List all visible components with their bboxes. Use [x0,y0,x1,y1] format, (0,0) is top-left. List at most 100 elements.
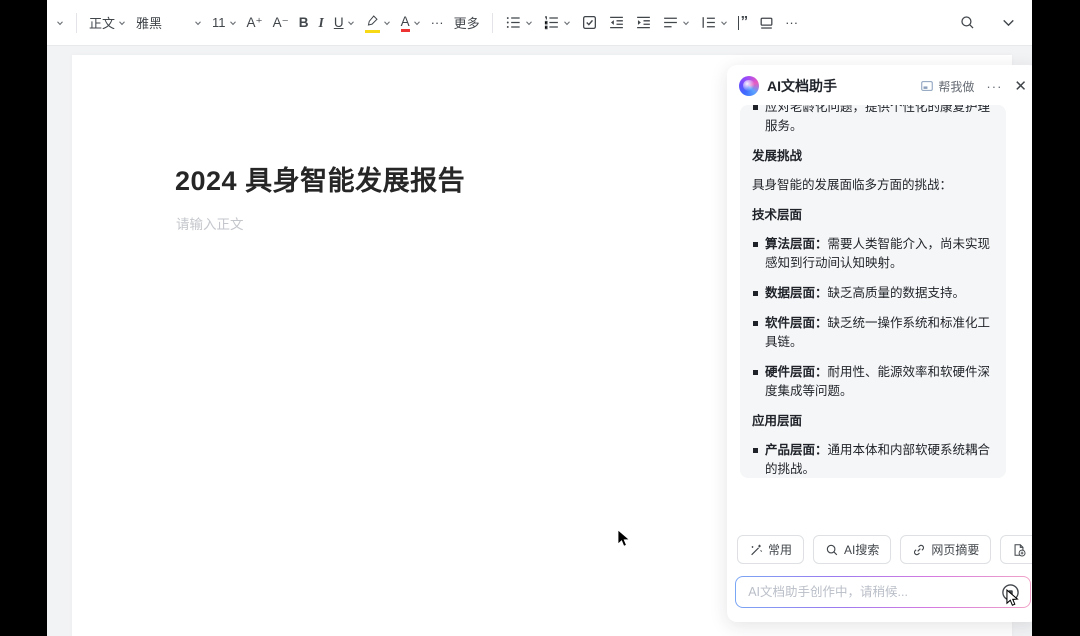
chevron-down-icon [383,19,391,27]
doc-add-icon [1012,543,1026,557]
letterbox-left [0,0,47,636]
chip-label: 网页摘要 [931,541,979,558]
assistant-block-para: 具身智能的发展面临多方面的挑战： [752,176,994,195]
chevron-down-icon [563,19,571,27]
assistant-response-scroll[interactable]: 应对老龄化问题，提供个性化的康复护理服务。发展挑战具身智能的发展面临多方面的挑战… [740,105,1006,478]
indent-button[interactable] [630,10,657,35]
assistant-block-heading: 应用层面 [752,412,994,431]
chevron-down-icon [1000,14,1017,31]
numbered-list-icon [543,14,560,31]
assistant-block-bullet: 软件层面：缺乏统一操作系统和标准化工具链。 [752,314,994,352]
bullet-list-dropdown[interactable] [500,10,538,35]
quote-icon: ” [738,16,749,30]
chip-label: 常用 [768,541,792,558]
assistant-block-bullet: 产品层面：通用本体和内部软硬系统耦合的挑战。 [752,441,994,478]
font-family-dropdown[interactable]: 雅黑 [131,9,207,36]
numbered-list-dropdown[interactable] [538,10,576,35]
bullet-marker [753,321,758,326]
quick-action-chip-网页摘要[interactable]: 网页摘要 [900,535,991,564]
chevron-down-icon [56,19,64,27]
chevron-down-icon [682,19,690,27]
document-title[interactable]: 2024 具身智能发展报告 [175,159,465,198]
highlight-color-dropdown[interactable] [360,10,396,36]
ellipsis-icon: ··· [785,15,798,30]
italic-glyph: I [319,15,324,31]
outdent-icon [608,14,625,31]
bullet-list-icon [505,14,522,31]
mouse-cursor [617,529,633,549]
quote-button[interactable]: ” [733,12,754,34]
assistant-block-bullet: 硬件层面：耐用性、能源效率和软硬件深度集成等问题。 [752,363,994,401]
wand-icon [749,543,763,557]
bold-glyph: B [299,15,309,30]
bullet-marker [753,448,758,453]
checklist-button[interactable] [576,10,603,35]
bullet-marker [753,370,758,375]
highlighter-icon [365,14,380,32]
assistant-block-heading: 技术层面 [752,206,994,225]
line-spacing-dropdown[interactable] [695,10,733,35]
bold-button[interactable]: B [294,11,314,34]
decrease-font-button[interactable]: A⁻ [268,11,294,35]
mouse-cursor-secondary [1006,589,1021,608]
underline-dropdown[interactable]: U [329,11,360,34]
quick-action-chip-AI搜索[interactable]: AI搜索 [813,535,891,564]
more-button[interactable]: 更多 [449,9,485,36]
underline-glyph: U [334,15,344,30]
paragraph-mark-icon [758,14,775,31]
font-color-icon: A [401,14,410,31]
line-spacing-icon [700,14,717,31]
assistant-block-bullet: 数据层面：缺乏高质量的数据支持。 [752,284,994,303]
font-size-dropdown[interactable]: 11 [207,11,242,34]
font-family-label: 雅黑 [136,13,162,32]
bullet-marker [753,291,758,296]
outdent-button[interactable] [603,10,630,35]
window-panel-icon [920,79,934,93]
link-icon [912,543,926,557]
chevron-down-icon [413,19,421,27]
quick-action-chip-常用[interactable]: 常用 [737,535,804,564]
page-setup-button[interactable] [753,10,780,35]
search-button[interactable] [954,10,981,35]
document-body-placeholder[interactable]: 请输入正文 [176,213,244,233]
collapse-toolbar-button[interactable] [995,10,1022,35]
quick-action-chip-文档[interactable]: 文档 [1000,535,1032,564]
font-size-value: 11 [212,15,226,30]
alignment-dropdown[interactable] [657,10,695,35]
chevron-down-icon [720,19,728,27]
app-window: 正文 雅黑 11 A⁺ A⁻ B I U A ··· [47,0,1032,636]
font-color-dropdown[interactable]: A [396,10,426,35]
ellipsis-icon: ··· [431,15,444,30]
assistant-block-bullet: 应对老龄化问题，提供个性化的康复护理服务。 [752,105,994,136]
panel-close-button[interactable]: ✕ [1014,79,1027,94]
indent-icon [635,14,652,31]
assistant-input[interactable] [748,585,1000,599]
more-label: 更多 [454,13,480,32]
assistant-input-wrapper [735,576,1031,608]
ai-assistant-logo-icon [739,76,759,96]
ai-assistant-panel: AI文档助手 帮我做 ··· ✕ 应对老龄化问题，提供个性化的康复护理服务。发展… [727,65,1032,622]
paragraph-style-label: 正文 [89,13,115,32]
toolbar-divider [492,13,493,33]
search-icon [959,14,976,31]
decrease-font-glyph: A⁻ [273,15,289,31]
bullet-marker [753,242,758,247]
increase-font-button[interactable]: A⁺ [242,11,268,35]
chevron-down-icon [347,19,355,27]
formatting-toolbar: 正文 雅黑 11 A⁺ A⁻ B I U A ··· [47,0,1032,46]
italic-button[interactable]: I [314,11,329,35]
chip-label: AI搜索 [844,541,879,558]
help-me-do-button[interactable]: 帮我做 [920,78,974,95]
checkbox-icon [581,14,598,31]
increase-font-glyph: A⁺ [247,15,263,31]
chevron-down-icon [194,19,202,27]
panel-more-button[interactable]: ··· [986,79,1002,94]
paragraph-style-dropdown[interactable]: 正文 [84,9,131,36]
format-painter-dropdown[interactable] [51,15,69,31]
assistant-content-blocks: 应对老龄化问题，提供个性化的康复护理服务。发展挑战具身智能的发展面临多方面的挑战… [752,105,994,478]
format-overflow-button[interactable]: ··· [426,11,449,34]
toolbar-overflow-button[interactable]: ··· [780,11,803,34]
chevron-down-icon [229,19,237,27]
help-me-do-label: 帮我做 [938,78,974,95]
toolbar-divider [76,13,77,33]
